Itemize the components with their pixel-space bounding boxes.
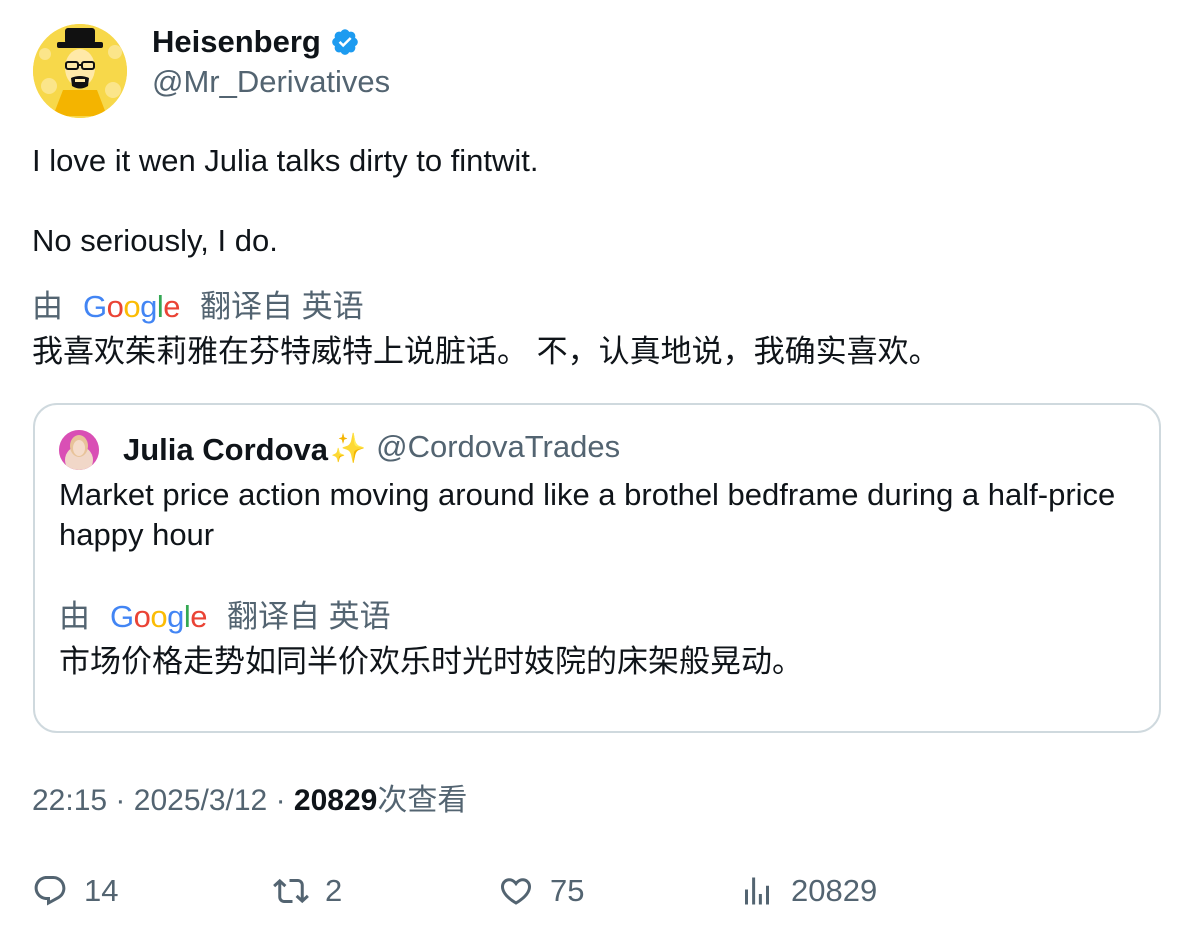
reply-count: 14 — [84, 873, 119, 908]
like-count: 75 — [550, 873, 585, 908]
tweet-time[interactable]: 22:15 — [32, 784, 107, 817]
google-logo-letter: g — [167, 599, 184, 634]
views-label: 次查看 — [377, 784, 468, 817]
sparkles-emoji: ✨ — [330, 433, 367, 465]
julia-avatar-image — [59, 430, 99, 470]
translation-attribution: 由 Google 翻译自 英语 — [32, 287, 1162, 327]
views-count: 20829 — [293, 784, 378, 817]
translated-by-label: 由 — [59, 599, 90, 634]
quoted-tweet-header: Julia Cordova ✨ @CordovaTrades — [59, 426, 620, 471]
heisenberg-avatar-image — [33, 24, 127, 118]
verified-badge-icon[interactable] — [330, 27, 360, 57]
meta-separator: · — [115, 784, 126, 817]
views-action-count: 20829 — [791, 873, 878, 908]
quoted-author-name[interactable]: Julia Cordova — [123, 429, 328, 471]
author-avatar[interactable] — [33, 24, 127, 118]
google-logo-letter: o — [150, 599, 168, 634]
translated-by-label: 由 — [32, 289, 63, 324]
google-logo-letter: G — [110, 599, 134, 634]
author-handle[interactable]: @Mr_Derivatives — [152, 64, 390, 100]
retweet-button[interactable]: 2 — [273, 866, 342, 916]
translated-from-label: 翻译自 英语 — [200, 289, 364, 324]
quoted-author-avatar[interactable] — [59, 430, 99, 470]
tweet-text-line: I love it wen Julia talks dirty to fintw… — [32, 143, 539, 178]
tweet-date[interactable]: 2025/3/12 — [134, 784, 267, 817]
google-logo-letter: o — [123, 289, 141, 324]
google-logo-letter: g — [140, 289, 157, 324]
meta-separator: · — [275, 784, 286, 817]
translated-text: 我喜欢茱莉雅在芬特威特上说脏话。 不，认真地说，我确实喜欢。 — [32, 334, 940, 369]
heart-icon — [500, 878, 532, 905]
author-name-row: Heisenberg — [152, 24, 390, 60]
quoted-author-handle[interactable]: @CordovaTrades — [376, 426, 620, 468]
analytics-bar-icon — [745, 877, 769, 905]
views-button[interactable]: 20829 — [739, 866, 877, 916]
translated-text: 市场价格走势如同半价欢乐时光时妓院的床架般晃动。 — [59, 644, 803, 679]
google-logo: Google — [83, 287, 181, 327]
retweet-icon — [273, 878, 309, 904]
retweet-count: 2 — [325, 873, 343, 908]
google-logo: Google — [110, 597, 208, 637]
tweet-text-line: No seriously, I do. — [32, 223, 278, 258]
google-logo-letter: G — [83, 289, 107, 324]
google-logo-letter: e — [163, 289, 181, 324]
translation-attribution: 由 Google 翻译自 英语 — [59, 597, 1119, 637]
tweet-actions: 14 2 75 20829 — [32, 866, 1162, 916]
translated-from-label: 翻译自 英语 — [227, 599, 391, 634]
google-logo-letter: o — [133, 599, 151, 634]
tweet-meta: 22:15 · 2025/3/12 · 20829次查看 — [32, 781, 467, 821]
quoted-tweet-card[interactable]: Julia Cordova ✨ @CordovaTrades Market pr… — [33, 403, 1161, 733]
tweet-header: Heisenberg @Mr_Derivatives — [33, 24, 633, 120]
reply-icon — [34, 876, 66, 906]
author-name[interactable]: Heisenberg — [152, 24, 321, 60]
author-info: Heisenberg @Mr_Derivatives — [152, 24, 390, 100]
like-button[interactable]: 75 — [498, 866, 584, 916]
google-logo-letter: e — [190, 599, 208, 634]
quoted-tweet-text: Market price action moving around like a… — [59, 477, 1116, 552]
google-logo-letter: o — [106, 289, 124, 324]
tweet-translation: 由 Google 翻译自 英语 我喜欢茱莉雅在芬特威特上说脏话。 不，认真地说，… — [32, 287, 1162, 373]
tweet-text: I love it wen Julia talks dirty to fintw… — [32, 141, 1152, 261]
quoted-tweet-translation: 由 Google 翻译自 英语 市场价格走势如同半价欢乐时光时妓院的床架般晃动。 — [59, 597, 1119, 683]
reply-button[interactable]: 14 — [32, 866, 118, 916]
